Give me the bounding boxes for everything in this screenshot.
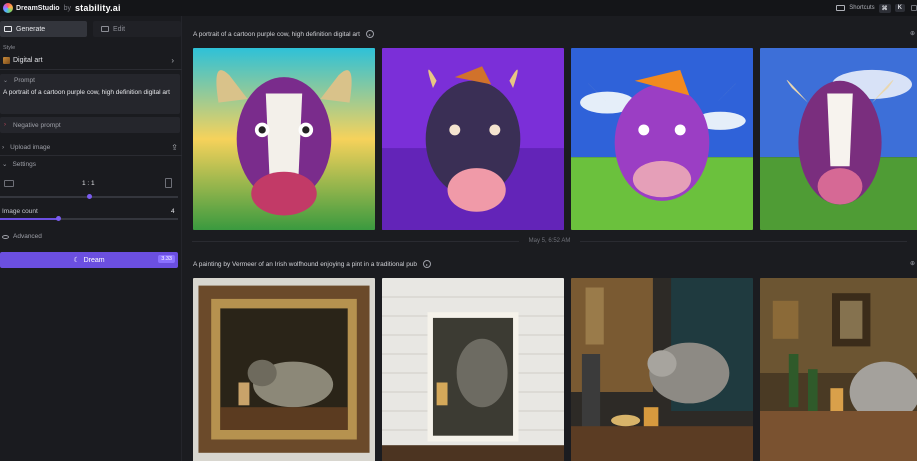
negative-prompt-toggle[interactable]: › Negative prompt xyxy=(0,117,180,133)
image-count-slider-fill xyxy=(0,218,59,220)
settings-label: Settings xyxy=(12,160,36,168)
eye-icon xyxy=(2,234,9,239)
dream-button[interactable]: ☾ Dream 3.33 xyxy=(0,252,178,268)
portrait-ratio-icon[interactable] xyxy=(165,178,172,188)
style-thumbnail xyxy=(3,57,10,64)
upload-image-label: Upload image xyxy=(10,143,51,151)
top-bar: DreamStudio by stability.ai Shortcuts ⌘ … xyxy=(0,0,917,16)
aspect-ratio-slider[interactable] xyxy=(0,194,178,199)
divider xyxy=(0,155,182,156)
section-title-wolfhound: A painting by Vermeer of an Irish wolfho… xyxy=(193,260,432,268)
cow-image-2[interactable] xyxy=(382,48,564,230)
cow-prompt-title: A portrait of a cartoon purple cow, high… xyxy=(193,30,360,38)
mode-tabs: Generate Edit xyxy=(0,21,182,37)
image-count-value: 4 xyxy=(171,208,175,215)
tab-edit[interactable]: Edit xyxy=(93,21,181,37)
reuse-prompt-icon[interactable]: ▸ xyxy=(423,260,432,268)
style-selector[interactable]: Digital art › xyxy=(0,52,182,70)
more-icon[interactable]: ⊕ xyxy=(910,30,915,37)
cow-image-3[interactable] xyxy=(571,48,753,230)
k-key-badge: K xyxy=(894,4,905,12)
chevron-right-icon: › xyxy=(4,122,6,128)
keyboard-icon xyxy=(836,5,846,11)
upload-icon[interactable]: ⇪ xyxy=(171,143,178,152)
company-logo: stability.ai xyxy=(74,3,121,13)
sidebar: Generate Edit Style Digital art › ⌄ Prom… xyxy=(0,16,182,461)
advanced-label: Advanced xyxy=(13,233,42,240)
more-icon[interactable]: ⊕ xyxy=(910,260,915,267)
wolfhound-image-3-art xyxy=(571,278,753,461)
advanced-toggle[interactable]: Advanced xyxy=(0,233,42,240)
wolfhound-image-1[interactable] xyxy=(193,278,375,461)
reuse-prompt-icon[interactable]: ▸ xyxy=(365,30,374,38)
image-count-slider-handle[interactable] xyxy=(56,216,62,221)
landscape-ratio-icon[interactable] xyxy=(4,180,14,187)
tab-generate[interactable]: Generate xyxy=(0,21,87,37)
wolfhound-image-2-art xyxy=(382,278,564,461)
shortcuts-area[interactable]: Shortcuts ⌘ K xyxy=(836,0,917,16)
settings-toggle[interactable]: ⌄ Settings xyxy=(0,158,182,170)
cow-image-3-art xyxy=(571,48,753,230)
wolfhound-image-4[interactable] xyxy=(760,278,917,461)
prompt-field[interactable]: ⌄ Prompt A portrait of a cartoon purple … xyxy=(0,74,180,114)
prompt-label: Prompt xyxy=(14,77,35,84)
brand-by: by xyxy=(63,4,71,12)
cow-image-2-art xyxy=(382,48,564,230)
wolfhound-image-3[interactable] xyxy=(571,278,753,461)
chevron-right-icon: › xyxy=(2,143,5,151)
wolfhound-image-1-art xyxy=(193,278,375,461)
dream-icon: ☾ xyxy=(73,257,80,264)
window-icon[interactable] xyxy=(911,5,917,11)
chevron-down-icon: ⌄ xyxy=(2,161,8,168)
cow-image-4[interactable] xyxy=(760,48,917,230)
results-panel: A portrait of a cartoon purple cow, high… xyxy=(182,16,917,461)
negative-prompt-label: Negative prompt xyxy=(13,121,61,129)
style-value: Digital art xyxy=(13,57,43,64)
section-title-cow: A portrait of a cartoon purple cow, high… xyxy=(193,30,374,38)
cmd-key-badge: ⌘ xyxy=(878,3,891,13)
brand-name: DreamStudio xyxy=(16,4,60,12)
credit-cost-badge: 3.33 xyxy=(158,255,175,263)
tab-generate-label: Generate xyxy=(16,25,46,33)
aspect-ratio-slider-handle[interactable] xyxy=(86,194,92,199)
chevron-down-icon: ⌄ xyxy=(3,78,9,84)
shortcuts-label[interactable]: Shortcuts xyxy=(849,5,874,11)
tab-edit-label: Edit xyxy=(113,25,126,33)
wolfhound-image-2[interactable] xyxy=(382,278,564,461)
chevron-right-icon: › xyxy=(171,56,174,65)
timestamp-divider: May 5, 6:52 AM xyxy=(182,238,917,244)
wolfhound-prompt-title: A painting by Vermeer of an Irish wolfho… xyxy=(193,260,418,268)
prompt-text[interactable]: A portrait of a cartoon purple cow, high… xyxy=(0,84,180,97)
aspect-ratio-value: 1 : 1 xyxy=(82,180,95,187)
generate-icon xyxy=(4,26,12,32)
wolfhound-image-4-art xyxy=(760,278,917,461)
cow-image-4-art xyxy=(760,48,917,230)
edit-icon xyxy=(101,26,109,32)
style-label: Style xyxy=(3,45,16,51)
cow-image-1[interactable] xyxy=(193,48,375,230)
dreamstudio-logo-icon xyxy=(3,3,13,13)
dream-label: Dream xyxy=(83,256,105,264)
image-count-label: Image count xyxy=(2,208,38,215)
upload-image-toggle[interactable]: › Upload image ⇪ xyxy=(0,141,182,153)
image-count-slider[interactable] xyxy=(0,216,178,221)
cow-image-1-art xyxy=(193,48,375,230)
